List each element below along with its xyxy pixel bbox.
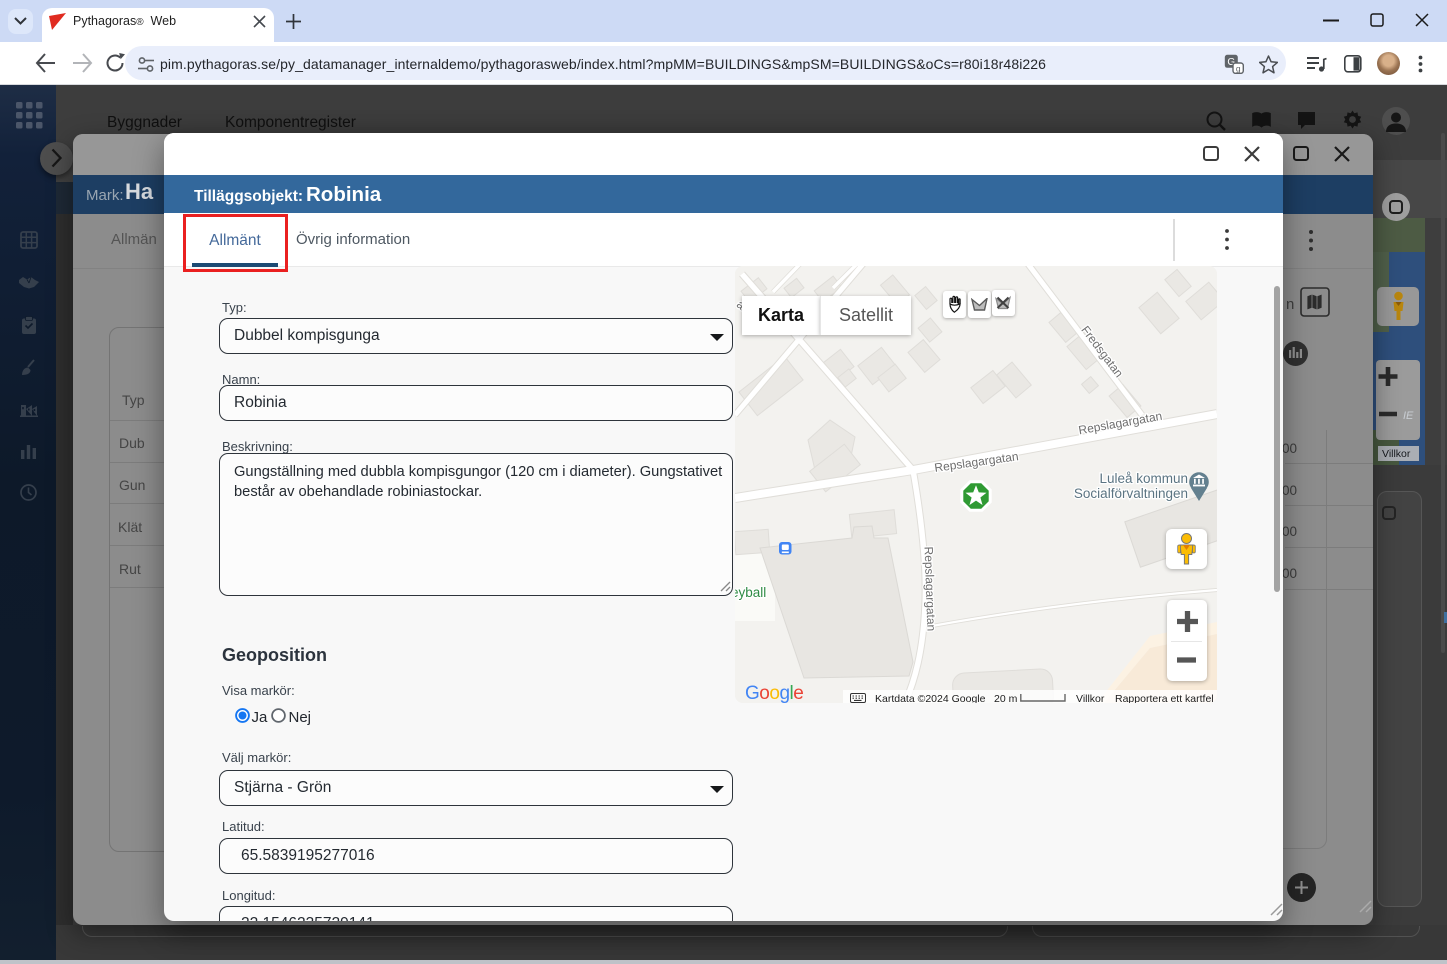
svg-text:Luleå kommun: Luleå kommun [1099, 471, 1188, 486]
svg-text:eyball: eyball [735, 585, 766, 600]
svg-text:Socialförvaltningen: Socialförvaltningen [1074, 486, 1188, 501]
svg-text:Repslagargatan: Repslagargatan [922, 546, 939, 631]
svg-text:g: g [1236, 64, 1241, 74]
